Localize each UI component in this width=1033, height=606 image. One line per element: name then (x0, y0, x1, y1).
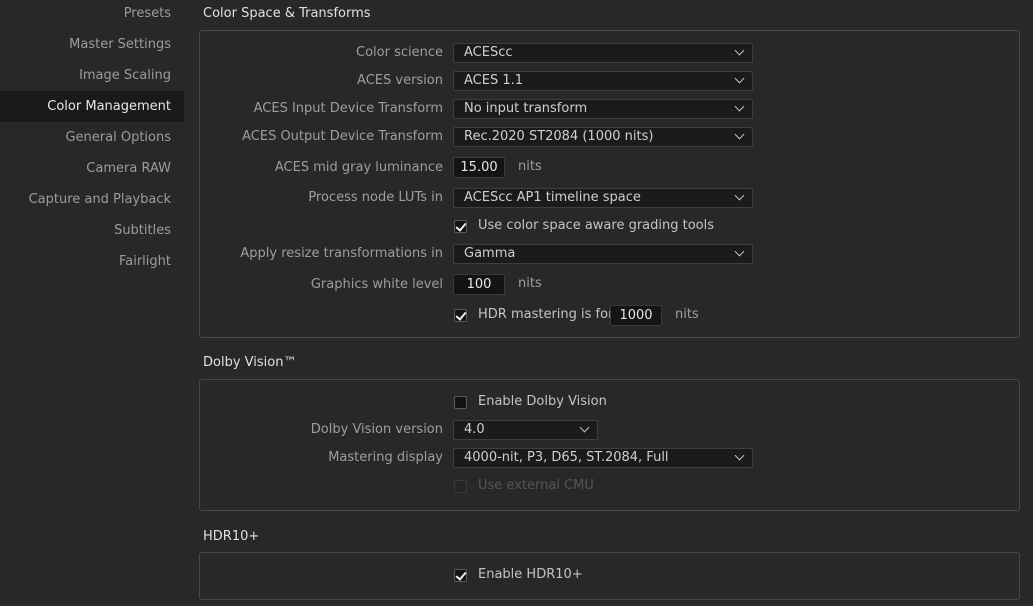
external-cmu-checkbox (454, 480, 467, 493)
enable-dolby-vision-checkbox[interactable] (454, 396, 467, 409)
aces-odt-label: ACES Output Device Transform (242, 129, 443, 144)
mid-gray-label: ACES mid gray luminance (274, 160, 443, 175)
aces-idt-select[interactable]: No input transform (453, 99, 753, 119)
resize-value: Gamma (464, 246, 516, 261)
dolby-version-label: Dolby Vision version (310, 422, 443, 437)
resize-label: Apply resize transformations in (240, 246, 443, 261)
chevron-down-icon (734, 450, 745, 461)
chevron-down-icon (734, 73, 745, 84)
aces-odt-value: Rec.2020 ST2084 (1000 nits) (464, 129, 654, 144)
aces-version-value: ACES 1.1 (464, 73, 524, 88)
chevron-down-icon (734, 45, 745, 56)
checkmark-icon (455, 309, 467, 321)
enable-hdr10plus-checkbox[interactable] (454, 569, 467, 582)
enable-hdr10plus-label: Enable HDR10+ (478, 567, 583, 582)
mastering-display-label: Mastering display (328, 450, 443, 465)
chevron-down-icon (734, 246, 745, 257)
grading-tools-label: Use color space aware grading tools (478, 218, 715, 233)
color-science-label: Color science (356, 45, 443, 60)
chevron-down-icon (734, 129, 745, 140)
graphics-white-label: Graphics white level (310, 277, 443, 292)
dolby-version-value: 4.0 (464, 422, 485, 437)
process-node-luts-select[interactable]: ACEScc AP1 timeline space (453, 188, 753, 208)
graphics-white-input[interactable]: 100 (453, 274, 505, 295)
color-science-select[interactable]: ACEScc (453, 43, 753, 63)
dolby-vision-panel (199, 379, 1020, 511)
graphics-white-unit: nits (518, 276, 542, 291)
aces-idt-label: ACES Input Device Transform (253, 101, 443, 116)
process-node-luts-value: ACEScc AP1 timeline space (464, 190, 641, 205)
hdr-mastering-checkbox[interactable] (454, 309, 467, 322)
aces-version-label: ACES version (357, 73, 443, 88)
hdr-mastering-label: HDR mastering is for (478, 307, 614, 322)
hdr-mastering-input[interactable]: 1000 (610, 305, 662, 326)
section-title-hdr10plus: HDR10+ (203, 529, 260, 544)
mid-gray-input[interactable]: 15.00 (453, 157, 505, 178)
checkmark-icon (455, 220, 467, 232)
mastering-display-select[interactable]: 4000-nit, P3, D65, ST.2084, Full (453, 448, 753, 468)
aces-idt-value: No input transform (464, 101, 588, 116)
color-science-value: ACEScc (464, 45, 513, 60)
resize-select[interactable]: Gamma (453, 244, 753, 264)
dolby-version-select[interactable]: 4.0 (453, 420, 598, 440)
checkmark-icon (455, 569, 467, 581)
sidebar-item-presets[interactable]: Presets (0, 0, 184, 29)
hdr-mastering-unit: nits (675, 307, 699, 322)
chevron-down-icon (579, 422, 590, 433)
section-title-color-space: Color Space & Transforms (203, 6, 371, 21)
aces-odt-select[interactable]: Rec.2020 ST2084 (1000 nits) (453, 127, 753, 147)
external-cmu-label: Use external CMU (478, 478, 594, 493)
process-node-luts-label: Process node LUTs in (308, 190, 443, 205)
sidebar-item-subtitles[interactable]: Subtitles (0, 215, 184, 246)
enable-dolby-vision-label: Enable Dolby Vision (478, 394, 607, 409)
grading-tools-checkbox[interactable] (454, 220, 467, 233)
section-title-dolby-vision: Dolby Vision™ (203, 355, 297, 370)
chevron-down-icon (734, 190, 745, 201)
aces-version-select[interactable]: ACES 1.1 (453, 71, 753, 91)
hdr10plus-panel (199, 552, 1020, 600)
chevron-down-icon (734, 101, 745, 112)
mid-gray-unit: nits (518, 159, 542, 174)
mastering-display-value: 4000-nit, P3, D65, ST.2084, Full (464, 450, 669, 465)
